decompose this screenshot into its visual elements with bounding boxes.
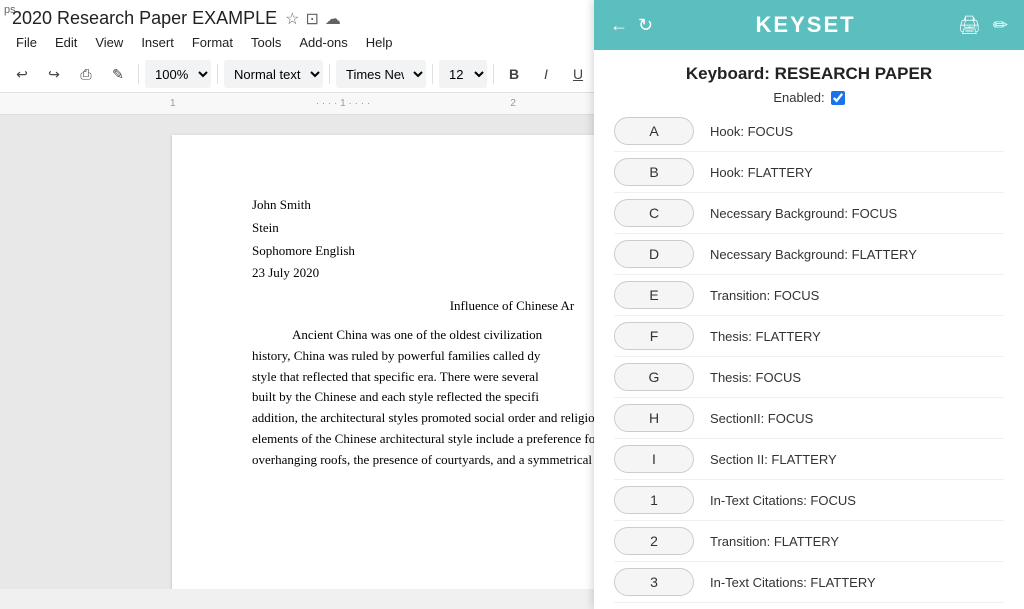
keyset-row: C Necessary Background: FOCUS [614, 199, 1004, 234]
keyset-label-4: Transition: FOCUS [710, 288, 819, 303]
keyset-label-1: Hook: FLATTERY [710, 165, 813, 180]
cloud-icon[interactable]: ☁ [325, 9, 341, 29]
keyset-body: Keyboard: RESEARCH PAPER Enabled: A Hook:… [594, 50, 1024, 609]
bold-button[interactable]: B [500, 60, 528, 88]
menu-edit[interactable]: Edit [47, 31, 85, 54]
toolbar-divider-2 [217, 64, 218, 84]
menu-view[interactable]: View [87, 31, 131, 54]
keyset-key-b[interactable]: B [614, 158, 694, 186]
keyset-row: 1 In-Text Citations: FOCUS [614, 486, 1004, 521]
keyset-label-8: Section II: FLATTERY [710, 452, 837, 467]
keyset-enabled-checkbox[interactable] [831, 91, 845, 105]
keyset-row: F Thesis: FLATTERY [614, 322, 1004, 357]
ps-label: ps [4, 4, 16, 16]
zoom-select[interactable]: 100% [145, 60, 211, 88]
keyset-label-6: Thesis: FOCUS [710, 370, 801, 385]
keyset-row: B Hook: FLATTERY [614, 158, 1004, 193]
keyset-panel: ← ↻ KEYSET 🖨 ✏ Keyboard: RESEARCH PAPER … [594, 0, 1024, 609]
menu-insert[interactable]: Insert [133, 31, 182, 54]
keyset-label-9: In-Text Citations: FOCUS [710, 493, 856, 508]
keyset-key-d[interactable]: D [614, 240, 694, 268]
undo-button[interactable]: ↩ [8, 60, 36, 88]
keyset-row: 2 Transition: FLATTERY [614, 527, 1004, 562]
keyset-enabled-row: Enabled: [614, 90, 1004, 105]
keyset-keyboard-title: Keyboard: RESEARCH PAPER [614, 64, 1004, 84]
keyset-label-11: In-Text Citations: FLATTERY [710, 575, 876, 590]
keyset-rows: A Hook: FOCUS B Hook: FLATTERY C Necessary Ba… [614, 117, 1004, 609]
keyset-label-5: Thesis: FLATTERY [710, 329, 821, 344]
underline-button[interactable]: U [564, 60, 592, 88]
menu-help[interactable]: Help [358, 31, 401, 54]
toolbar-divider-4 [432, 64, 433, 84]
font-size-select[interactable]: 12 [439, 60, 487, 88]
keyset-key-i[interactable]: I [614, 445, 694, 473]
keyset-nav: ← ↻ [610, 15, 653, 36]
keyset-row: 3 In-Text Citations: FLATTERY [614, 568, 1004, 603]
folder-icon[interactable]: ⊡ [306, 9, 319, 29]
font-select[interactable]: Times New... [336, 60, 426, 88]
keyset-back-icon[interactable]: ← [610, 15, 628, 36]
menu-file[interactable]: File [8, 31, 45, 54]
menu-format[interactable]: Format [184, 31, 241, 54]
keyset-refresh-icon[interactable]: ↻ [638, 15, 653, 36]
italic-button[interactable]: I [532, 60, 560, 88]
keyset-print-icon[interactable]: 🖨 [958, 15, 981, 36]
keyset-key-h[interactable]: H [614, 404, 694, 432]
keyset-key-g[interactable]: G [614, 363, 694, 391]
keyset-key-2[interactable]: 2 [614, 527, 694, 555]
toolbar-divider-5 [493, 64, 494, 84]
menu-tools[interactable]: Tools [243, 31, 289, 54]
keyset-row: H SectionII: FOCUS [614, 404, 1004, 439]
keyset-key-3[interactable]: 3 [614, 568, 694, 596]
menu-addons[interactable]: Add-ons [291, 31, 355, 54]
keyset-enabled-label: Enabled: [773, 90, 824, 105]
redo-button[interactable]: ↪ [40, 60, 68, 88]
keyset-row: D Necessary Background: FLATTERY [614, 240, 1004, 275]
keyset-key-c[interactable]: C [614, 199, 694, 227]
keyset-key-1[interactable]: 1 [614, 486, 694, 514]
doc-title: 2020 Research Paper EXAMPLE [12, 8, 277, 29]
keyset-edit-icon[interactable]: ✏ [993, 15, 1008, 36]
toolbar-divider-3 [329, 64, 330, 84]
keyset-label-0: Hook: FOCUS [710, 124, 793, 139]
keyset-row: I Section II: FLATTERY [614, 445, 1004, 480]
keyset-header-actions: 🖨 ✏ [958, 15, 1008, 36]
keyset-header: ← ↻ KEYSET 🖨 ✏ [594, 0, 1024, 50]
style-select[interactable]: Normal text [224, 60, 323, 88]
keyset-row: E Transition: FOCUS [614, 281, 1004, 316]
keyset-label-3: Necessary Background: FLATTERY [710, 247, 917, 262]
keyset-key-a[interactable]: A [614, 117, 694, 145]
title-icons: ☆ ⊡ ☁ [285, 9, 341, 29]
keyset-label-2: Necessary Background: FOCUS [710, 206, 897, 221]
toolbar-divider-1 [138, 64, 139, 84]
keyset-label-10: Transition: FLATTERY [710, 534, 839, 549]
star-icon[interactable]: ☆ [285, 9, 299, 29]
keyset-key-e[interactable]: E [614, 281, 694, 309]
print-button[interactable]: ⎙ [72, 60, 100, 88]
keyset-row: A Hook: FOCUS [614, 117, 1004, 152]
keyset-row: G Thesis: FOCUS [614, 363, 1004, 398]
keyset-label-7: SectionII: FOCUS [710, 411, 813, 426]
keyset-title: KEYSET [756, 12, 856, 38]
keyset-key-f[interactable]: F [614, 322, 694, 350]
paint-format-button[interactable]: ✎ [104, 60, 132, 88]
